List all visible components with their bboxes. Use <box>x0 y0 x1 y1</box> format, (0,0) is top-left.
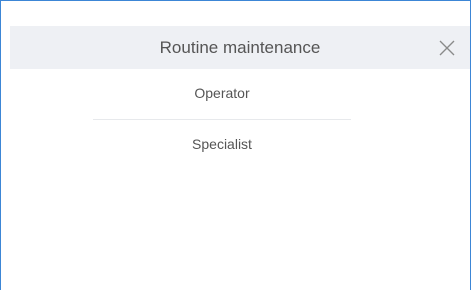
dialog: Routine maintenance Operator Specialist <box>0 0 471 290</box>
option-operator[interactable]: Operator <box>93 69 351 119</box>
dialog-title: Routine maintenance <box>159 38 321 57</box>
option-specialist[interactable]: Specialist <box>93 119 351 170</box>
role-options-list: Operator Specialist <box>93 69 351 170</box>
close-icon <box>439 40 455 56</box>
close-button[interactable] <box>438 39 456 57</box>
dialog-header: Routine maintenance <box>10 26 470 69</box>
